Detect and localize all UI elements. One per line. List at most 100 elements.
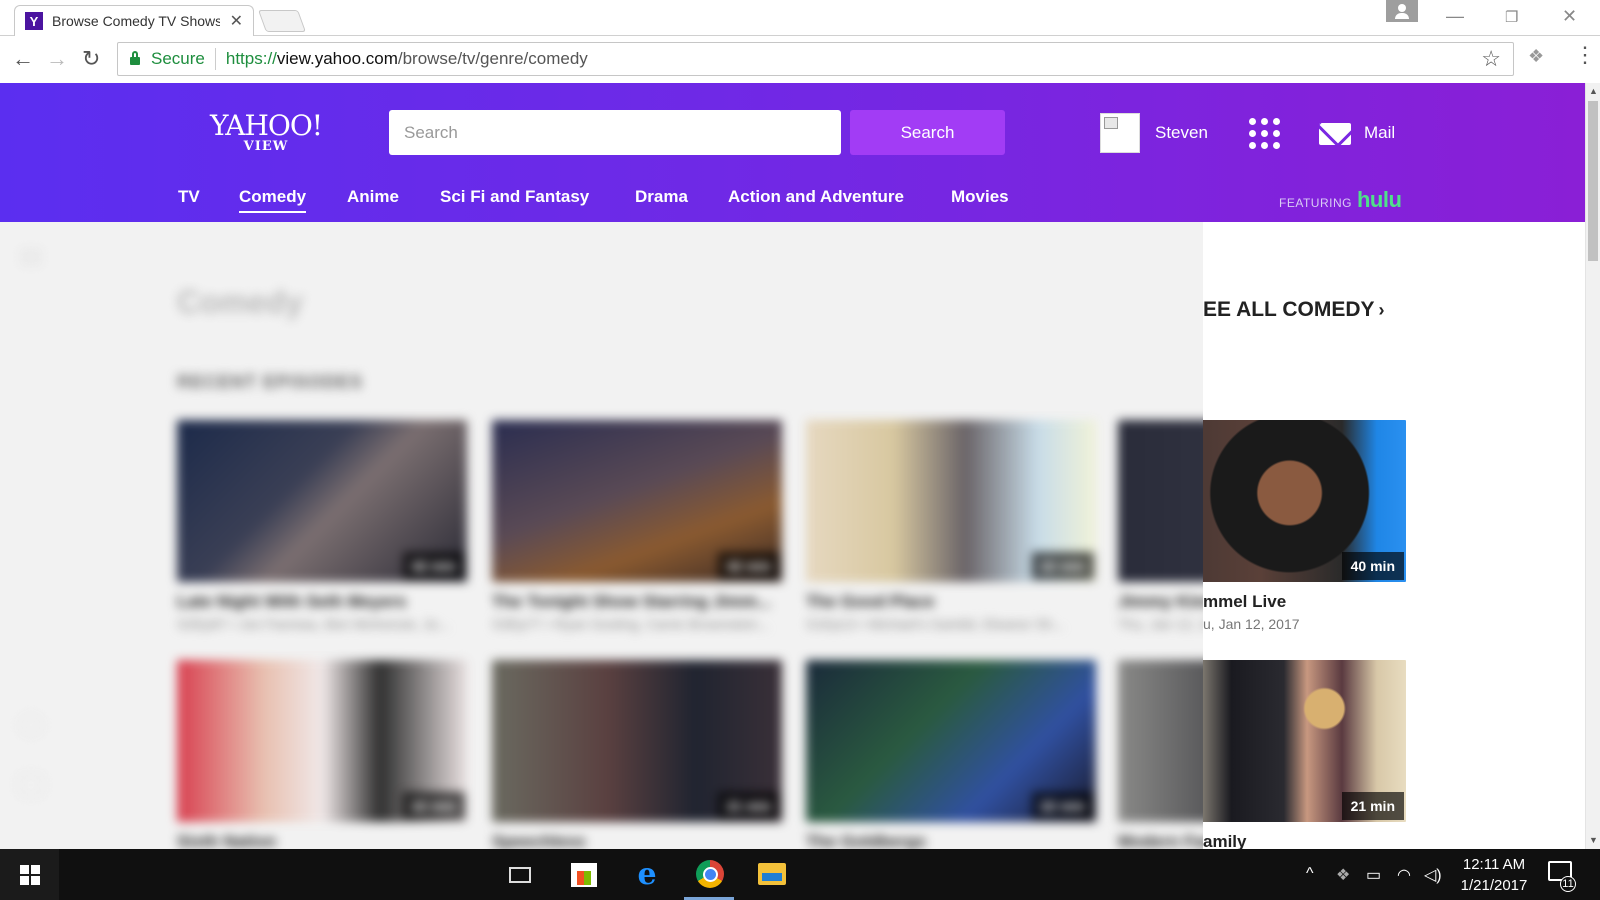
episode-card[interactable]: Modern Family — [1118, 660, 1203, 849]
nav-sci-fi-fantasy[interactable]: Sci Fi and Fantasy — [440, 187, 589, 211]
episode-card[interactable]: 22 min The Goldbergs — [806, 660, 1096, 849]
nav-action-adventure[interactable]: Action and Adventure — [728, 187, 904, 211]
episode-title[interactable]: Jimmy Kimmel Live — [1118, 592, 1203, 612]
episode-title[interactable]: Late Night With Seth Meyers — [177, 592, 467, 612]
browser-toolbar: ← → ↻ Secure https://view.yahoo.com/brow… — [0, 37, 1600, 83]
profile-icon[interactable] — [1386, 0, 1418, 22]
task-view-icon[interactable] — [509, 867, 531, 883]
episode-card-visible[interactable]: 21 min amily — [1203, 660, 1406, 849]
tab-title: Browse Comedy TV Shows — [52, 13, 220, 29]
start-icon[interactable] — [0, 849, 59, 900]
scroll-up-icon[interactable]: ▲ — [1589, 86, 1598, 96]
episode-thumbnail[interactable]: 42 min — [492, 420, 782, 582]
duration-badge: 21 min — [1341, 792, 1404, 820]
duration-badge: 22 min — [1031, 792, 1094, 820]
episode-thumbnail[interactable]: 22 min — [177, 660, 467, 822]
episode-title[interactable]: Speechless — [492, 832, 782, 849]
hamburger-menu-icon[interactable] — [20, 250, 42, 252]
browser-menu-icon[interactable]: ⋮ — [1574, 44, 1596, 66]
episode-thumbnail[interactable] — [1118, 660, 1203, 822]
minimize-icon[interactable]: — — [1446, 6, 1464, 27]
sidebar-tv-icon[interactable] — [19, 774, 43, 796]
episode-title[interactable]: mmel Live — [1203, 592, 1406, 612]
scroll-down-icon[interactable]: ▼ — [1589, 835, 1598, 845]
mail-icon[interactable] — [1319, 123, 1351, 145]
chevron-right-icon: › — [1378, 300, 1385, 320]
episode-card[interactable]: 42 min Late Night With Seth Meyers S2Ep9… — [177, 420, 467, 632]
battery-icon[interactable]: ▭ — [1366, 865, 1381, 885]
browser-tab[interactable]: Y Browse Comedy TV Shows ✕ — [14, 5, 254, 36]
episode-card[interactable]: 22 min The Good Place S1Ep13 • Michael's… — [806, 420, 1096, 632]
mail-link[interactable]: Mail — [1364, 123, 1395, 143]
episode-title[interactable]: The Good Place — [806, 592, 1096, 612]
episode-thumbnail[interactable]: 22 min — [806, 660, 1096, 822]
episode-thumbnail[interactable]: 40 min — [1203, 420, 1406, 582]
episode-title[interactable]: amily — [1203, 832, 1406, 849]
search-input[interactable] — [389, 110, 841, 155]
duration-badge: 40 min — [1341, 552, 1404, 580]
store-icon[interactable] — [571, 863, 597, 887]
yahoo-view-logo[interactable]: YAHOO! VIEW — [207, 111, 325, 154]
dropbox-tray-icon[interactable]: ❖ — [1336, 865, 1350, 885]
episode-subtitle: S3Ep77 • Ryan Gosling, Carrie Brownstein… — [492, 616, 770, 632]
file-explorer-icon[interactable] — [758, 863, 786, 885]
nav-anime[interactable]: Anime — [347, 187, 399, 211]
episode-card-visible[interactable]: 40 min mmel Live u, Jan 12, 2017 — [1203, 420, 1406, 632]
new-tab-button[interactable] — [257, 10, 307, 32]
wifi-icon[interactable]: ◠ — [1397, 865, 1411, 885]
browser-titlebar: Y Browse Comedy TV Shows ✕ — ❐ ✕ — [0, 0, 1600, 36]
apps-grid-icon[interactable] — [1249, 118, 1281, 150]
see-all-comedy-link[interactable]: EE ALL COMEDY › — [1203, 298, 1385, 322]
featuring-hulu: FEATURING hulu — [1279, 187, 1402, 212]
episode-card[interactable]: 22 min Sixth Nation — [177, 660, 467, 849]
sidebar-user-icon[interactable] — [19, 714, 43, 736]
episode-thumbnail[interactable]: 22 min — [806, 420, 1096, 582]
window-close-icon[interactable]: ✕ — [1562, 6, 1577, 27]
page-scrollbar[interactable]: ▲ ▼ — [1585, 83, 1600, 849]
episode-subtitle: S1Ep13 • Michael's Gambit, Eleanor Sh... — [806, 616, 1065, 632]
episode-title[interactable]: The Tonight Show Starring Jimm... — [492, 592, 782, 612]
episode-thumbnail[interactable] — [1118, 420, 1203, 582]
episode-card[interactable]: 21 min Speechless — [492, 660, 782, 849]
omnibox-divider — [214, 48, 216, 70]
episode-title[interactable]: Modern Family — [1118, 832, 1203, 849]
episode-card[interactable]: 42 min The Tonight Show Starring Jimm...… — [492, 420, 782, 632]
tray-chevron-up-icon[interactable]: ^ — [1306, 865, 1314, 883]
episode-title[interactable]: Sixth Nation — [177, 832, 467, 849]
lock-icon — [130, 51, 140, 65]
forward-arrow-icon[interactable]: → — [46, 47, 68, 71]
secure-label: Secure — [151, 49, 205, 68]
username[interactable]: Steven — [1155, 123, 1208, 143]
notification-count-badge: 11 — [1560, 876, 1576, 892]
restore-icon[interactable]: ❐ — [1505, 8, 1518, 26]
chrome-icon[interactable] — [696, 860, 724, 888]
clock-date: 1/21/2017 — [1460, 877, 1528, 894]
episode-thumbnail[interactable]: 21 min — [492, 660, 782, 822]
tab-close-icon[interactable]: ✕ — [230, 11, 243, 31]
episode-subtitle: Thu, Jan 12, 2017 — [1118, 616, 1203, 632]
url-text: https://view.yahoo.com/browse/tv/genre/c… — [225, 49, 588, 68]
edge-icon[interactable]: e — [632, 857, 662, 892]
nav-movies[interactable]: Movies — [951, 187, 1009, 211]
episode-title[interactable]: The Goldbergs — [806, 832, 1096, 849]
scroll-thumb[interactable] — [1588, 101, 1598, 261]
avatar[interactable] — [1100, 113, 1140, 153]
nav-drama[interactable]: Drama — [635, 187, 688, 211]
reload-icon[interactable]: ↻ — [82, 47, 100, 71]
bookmark-star-icon[interactable]: ☆ — [1481, 46, 1501, 72]
yahoo-favicon-icon: Y — [25, 12, 43, 30]
episode-thumbnail[interactable]: 42 min — [177, 420, 467, 582]
back-arrow-icon[interactable]: ← — [12, 47, 34, 71]
episode-subtitle: u, Jan 12, 2017 — [1203, 616, 1300, 632]
address-bar[interactable]: Secure https://view.yahoo.com/browse/tv/… — [117, 42, 1514, 76]
recent-episodes-heading[interactable]: RECENT EPISODES — [177, 372, 363, 393]
site-header: YAHOO! VIEW Search Steven Mail TV Comedy… — [0, 83, 1585, 222]
system-clock[interactable]: 12:11 AM 1/21/2017 — [1455, 854, 1533, 896]
volume-icon[interactable]: ◁) — [1424, 865, 1442, 885]
episode-card[interactable]: Jimmy Kimmel Live Thu, Jan 12, 2017 — [1118, 420, 1203, 632]
nav-tv[interactable]: TV — [178, 187, 200, 211]
episode-thumbnail[interactable]: 21 min — [1203, 660, 1406, 822]
nav-comedy[interactable]: Comedy — [239, 187, 307, 213]
dropbox-extension-icon[interactable]: ❖ — [1528, 46, 1544, 67]
search-button[interactable]: Search — [850, 110, 1005, 155]
